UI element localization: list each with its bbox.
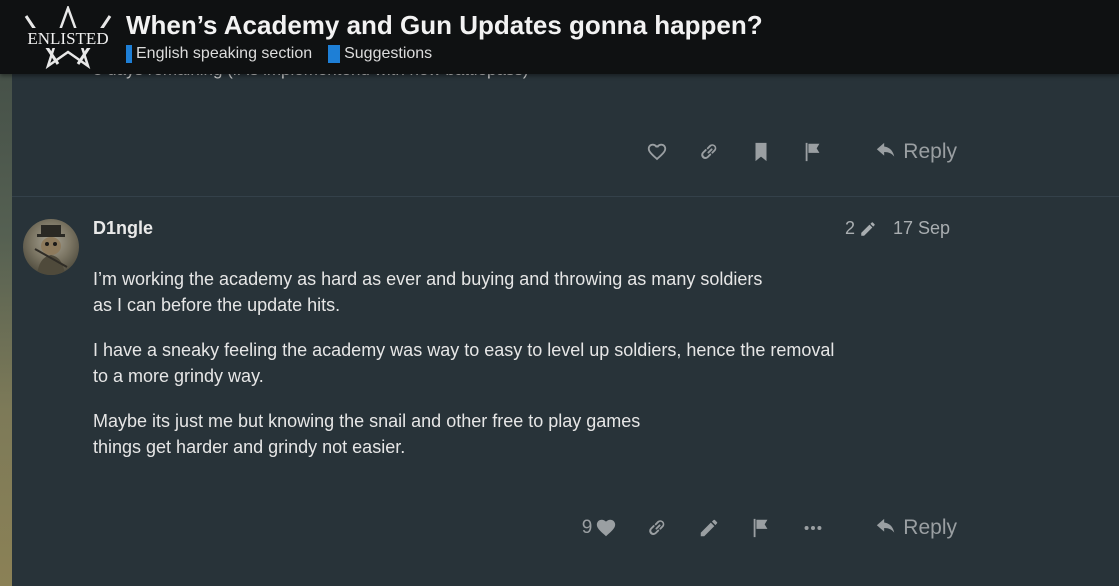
flag-icon[interactable] [749,516,773,540]
category-label: English speaking section [136,45,313,62]
enlisted-logo[interactable]: ENLISTED [18,4,118,70]
like-count: 9 [581,517,593,538]
flag-icon[interactable] [801,140,825,164]
post-actions: 9 Reply [582,516,957,540]
avatar[interactable] [23,219,79,275]
reply-arrow-icon [877,142,895,157]
edit-history[interactable]: 2 [845,218,877,239]
heart-outline-icon[interactable] [645,140,669,164]
reply-label: Reply [903,516,957,539]
previous-post-actions: Reply [645,140,957,164]
svg-text:ENLISTED: ENLISTED [27,29,108,48]
edit-pencil-icon[interactable] [697,516,721,540]
heart-icon [597,519,616,537]
category-english-speaking[interactable]: English speaking section [126,45,312,63]
background-strip [0,0,12,586]
category-suggestions[interactable]: Suggestions [328,45,432,63]
reply-button[interactable]: Reply [875,516,957,540]
pencil-icon [861,221,875,236]
post-paragraph: I’m working the academy as hard as ever … [93,269,763,315]
post-paragraph: I have a sneaky feeling the academy was … [93,340,835,386]
topic-header: ENLISTED When’s Academy and Gun Updates … [0,0,1119,74]
more-options-icon[interactable] [801,516,825,540]
category-label: Suggestions [344,45,433,62]
reply-arrow-icon [877,518,895,533]
link-icon[interactable] [645,516,669,540]
post-date[interactable]: 17 Sep [893,218,950,239]
post-meta: 2 17 Sep [845,218,950,239]
category-color-swatch [328,45,341,63]
post-username[interactable]: D1ngle [93,218,153,239]
post-paragraph: Maybe its just me but knowing the snail … [93,411,641,457]
topic-title[interactable]: When’s Academy and Gun Updates gonna hap… [126,10,763,41]
post-body: I’m working the academy as hard as ever … [93,266,913,479]
reply-label: Reply [903,140,957,163]
category-breadcrumbs: English speaking section Suggestions [126,45,432,63]
like-button[interactable]: 9 [582,517,618,539]
edit-count: 2 [845,218,856,238]
link-icon[interactable] [697,140,721,164]
reply-button[interactable]: Reply [875,140,957,164]
category-color-swatch [126,45,132,63]
post-divider [12,196,1119,197]
bookmark-icon[interactable] [749,140,773,164]
